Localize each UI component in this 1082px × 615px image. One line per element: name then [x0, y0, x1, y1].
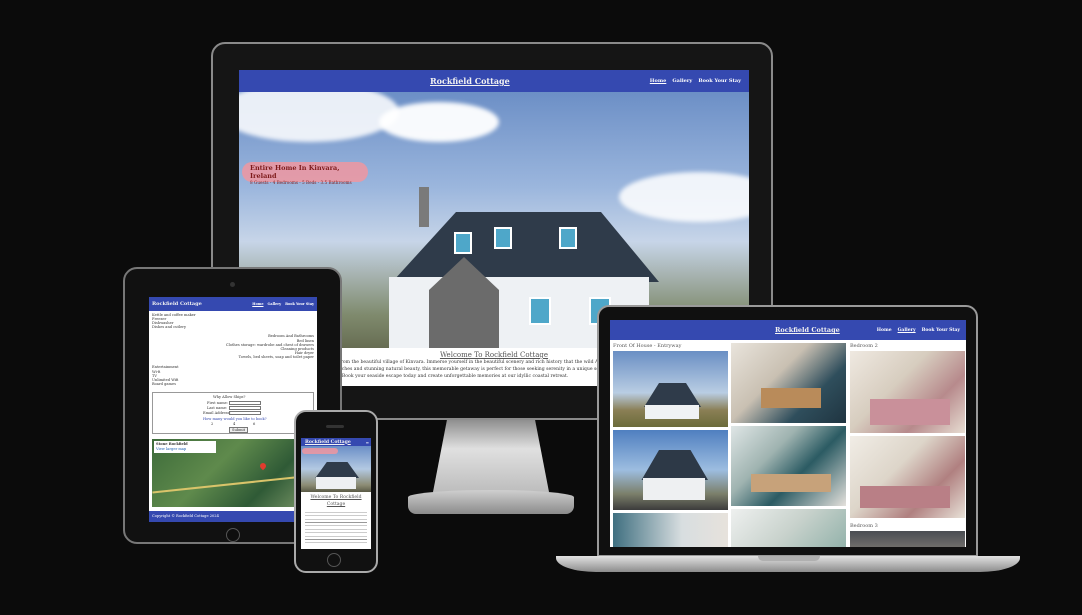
phone: Rockfield Cottage ≡ Welcome To Rockfield…: [294, 410, 378, 573]
email-input[interactable]: [229, 411, 261, 415]
navbar: Rockfield Cottage Home Gallery Book Your…: [149, 297, 317, 311]
footer-text: Copyright © Rockfield Cottage 2024: [152, 514, 219, 518]
nav-links: Home Gallery Book Your Stay: [650, 78, 741, 84]
gallery-caption-2: Bedroom 2: [850, 343, 878, 349]
badge-title: Entire Home In Kinvara, Ireland: [250, 164, 340, 180]
form-title: Why Allow Ships?: [213, 395, 246, 399]
nav-home[interactable]: Home: [877, 328, 892, 333]
nav-links: Home Gallery Book Your Stay: [252, 302, 314, 306]
last-name-input[interactable]: [229, 406, 261, 410]
welcome-text: [305, 510, 367, 546]
gallery-caption-3: Bedroom 3: [850, 523, 878, 529]
nav-gallery[interactable]: Gallery: [672, 78, 692, 84]
nav-home[interactable]: Home: [252, 302, 263, 306]
nav-book[interactable]: Book Your Stay: [698, 78, 741, 84]
brand-logo[interactable]: Rockfield Cottage: [152, 301, 202, 307]
option-2[interactable]: 4: [233, 422, 235, 426]
gallery-caption-1: Front Of House - Entryway: [613, 343, 682, 349]
phone-home-button: [327, 553, 341, 567]
gallery-image-entry[interactable]: [613, 513, 728, 547]
nav-home[interactable]: Home: [650, 78, 667, 84]
location-map[interactable]: Stone Rockfield View larger map: [152, 439, 314, 507]
phone-speaker: [326, 425, 344, 428]
menu-icon[interactable]: ≡: [366, 440, 369, 445]
footer: Copyright © Rockfield Cottage 2024: [149, 511, 317, 522]
gallery-image-bedroom-3[interactable]: [850, 531, 965, 547]
nav-gallery[interactable]: Gallery: [267, 302, 281, 306]
phone-screen: Rockfield Cottage ≡ Welcome To Rockfield…: [301, 438, 371, 549]
map-label: Stone Rockfield: [156, 442, 188, 446]
navbar: Rockfield Cottage Home Gallery Book Your…: [239, 70, 749, 92]
gallery-image-dining[interactable]: [731, 426, 846, 506]
bedroom-line-5: Towels, bed sheets, soap and toilet pape…: [238, 355, 314, 359]
map-info-card: Stone Rockfield View larger map: [154, 441, 216, 453]
first-name-input[interactable]: [229, 401, 261, 405]
booking-form: Why Allow Ships? First name: Last name: …: [152, 392, 314, 434]
amenity-4: Dishes and cutlery: [152, 325, 186, 329]
monitor-stand: [433, 420, 549, 492]
entertainment-title: Entertainment: [152, 365, 179, 369]
laptop: Rockfield Cottage Home Gallery Book Your…: [597, 305, 978, 557]
bedroom-title: Bedroom And Bathrooms: [268, 334, 314, 338]
gallery-image-kitchen[interactable]: [731, 343, 846, 423]
nav-gallery[interactable]: Gallery: [898, 328, 916, 333]
map-link[interactable]: View larger map: [156, 447, 186, 451]
brand-logo[interactable]: Rockfield Cottage: [305, 440, 351, 445]
navbar: Rockfield Cottage Home Gallery Book Your…: [610, 320, 966, 340]
gallery-image-window[interactable]: [731, 509, 846, 547]
badge-subtitle: 8 Guests - 4 Bedrooms - 5 Beds - 3.5 Bat…: [250, 180, 352, 185]
option-3[interactable]: 6: [253, 422, 255, 426]
label-first-name: First name:: [207, 401, 228, 405]
nav-book[interactable]: Book Your Stay: [922, 328, 960, 333]
welcome-title: Welcome To Rockfield Cottage: [310, 495, 362, 507]
label-email: Email Address:: [203, 411, 231, 415]
tablet-home-button: [226, 528, 240, 542]
gallery-image-house[interactable]: [613, 430, 728, 510]
hero-badge: [302, 448, 338, 454]
laptop-notch: [758, 556, 820, 561]
gallery-image-bedroom-2a[interactable]: [850, 351, 965, 433]
laptop-screen: Rockfield Cottage Home Gallery Book Your…: [610, 320, 966, 547]
nav-links: Home Gallery Book Your Stay: [877, 328, 960, 333]
label-last-name: Last name:: [207, 406, 228, 410]
nav-book[interactable]: Book Your Stay: [285, 302, 314, 306]
gallery-image-front[interactable]: [613, 351, 728, 427]
navbar: Rockfield Cottage ≡: [301, 438, 371, 446]
gallery-image-bedroom-2b[interactable]: [850, 436, 965, 518]
hero-badge: Entire Home In Kinvara, Ireland 8 Guests…: [242, 162, 368, 185]
monitor-base: [408, 490, 574, 514]
tablet-camera: [230, 282, 235, 287]
brand-logo[interactable]: Rockfield Cottage: [430, 76, 510, 86]
option-1[interactable]: 2: [211, 422, 213, 426]
brand-logo[interactable]: Rockfield Cottage: [775, 326, 840, 334]
submit-button[interactable]: Submit: [229, 427, 249, 433]
entertainment-4: Board games: [152, 382, 176, 386]
tablet-screen: Rockfield Cottage Home Gallery Book Your…: [149, 297, 317, 522]
hero-image: [301, 446, 371, 492]
map-pin-icon: [258, 461, 268, 471]
form-question: How many would you like to book?: [203, 417, 267, 421]
